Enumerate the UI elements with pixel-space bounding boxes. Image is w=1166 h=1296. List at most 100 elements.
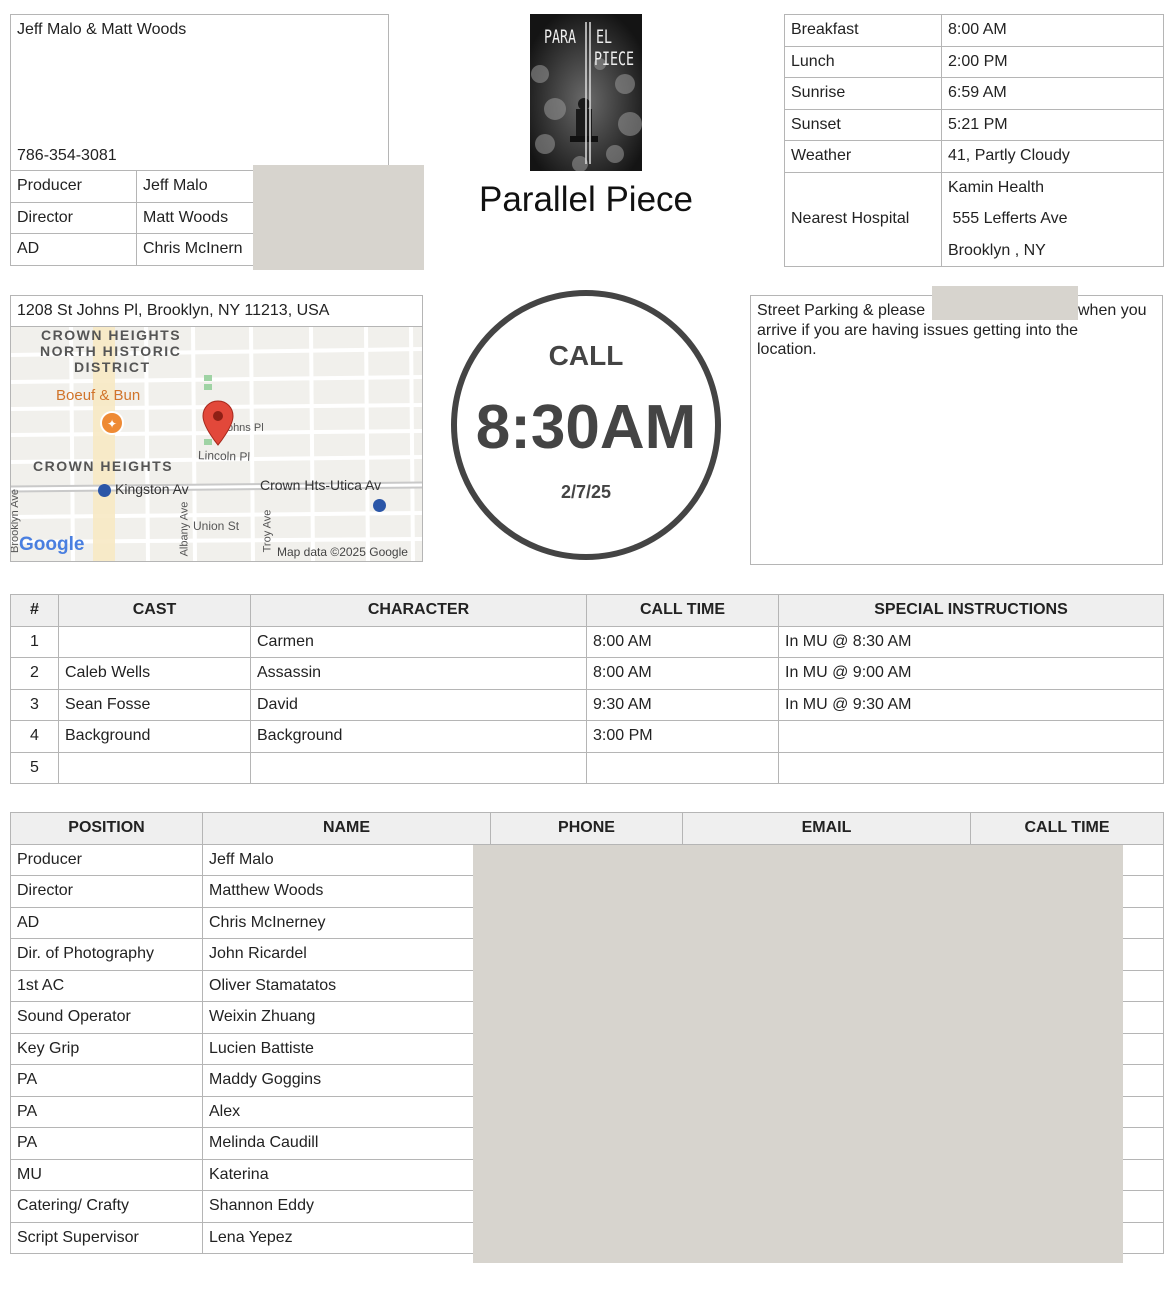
call-time: 8:30AM (475, 393, 697, 462)
table-cell: Background (250, 720, 587, 753)
contact-phone: 786-354-3081 (17, 147, 117, 164)
table-cell: Sean Fosse (58, 688, 251, 721)
table-cell (586, 751, 779, 784)
schedule-row: Breakfast 8:00 AM (784, 14, 1164, 47)
schedule-row: Lunch 2:00 PM (784, 45, 1164, 78)
table-cell: In MU @ 9:00 AM (778, 657, 1164, 690)
crew-name: Chris McInerney (202, 906, 491, 939)
map[interactable]: CROWN HEIGHTS NORTH HISTORIC DISTRICT Bo… (11, 326, 422, 561)
map-district-label: CROWN HEIGHTS (33, 458, 174, 474)
project-title: Parallel Piece (479, 180, 693, 219)
crew-position: PA (10, 1064, 203, 1097)
cast-table: # CAST CHARACTER CALL TIME SPECIAL INSTRUCTI… (10, 594, 1164, 784)
crew-name: Alex (202, 1095, 491, 1128)
crew-name: Melinda Caudill (202, 1127, 491, 1160)
subway-icon (373, 499, 386, 512)
cast-column-header: CHARACTER (250, 594, 587, 627)
parking-note-end: when you (1078, 302, 1147, 319)
crew-position: 1st AC (10, 969, 203, 1002)
key-crew-role: AD (10, 233, 137, 266)
table-cell: Caleb Wells (58, 657, 251, 690)
map-attribution: Map data ©2025 Google (277, 545, 408, 559)
call-date: 2/7/25 (560, 482, 612, 502)
crew-position: Catering/ Crafty (10, 1190, 203, 1223)
poster-image: PARA EL PIECE (530, 14, 642, 171)
map-street-label: Lincoln Pl (197, 448, 251, 464)
google-logo: Google (19, 534, 85, 555)
location-box: 1208 St Johns Pl, Brooklyn, NY 11213, US… (10, 295, 423, 562)
poster-title-line3: PIECE (594, 48, 635, 70)
map-station-label: Kingston Av (115, 481, 189, 497)
redacted-block (253, 165, 424, 270)
crew-name: Jeff Malo (202, 843, 491, 876)
key-crew-role: Producer (10, 170, 137, 203)
crew-name: Oliver Stamatatos (202, 969, 491, 1002)
table-cell: 8:00 AM (586, 657, 779, 690)
schedule-row: Sunset 5:21 PM (784, 108, 1164, 141)
cast-column-header: # (10, 594, 59, 627)
crew-name: Shannon Eddy (202, 1190, 491, 1223)
table-cell: 9:30 AM (586, 688, 779, 721)
location-address: 1208 St Johns Pl, Brooklyn, NY 11213, US… (17, 302, 330, 319)
poster-title-line1: PARA (544, 26, 577, 48)
table-cell: 2 (10, 657, 59, 690)
crew-position: Dir. of Photography (10, 938, 203, 971)
crew-name: John Ricardel (202, 938, 491, 971)
crew-name: Weixin Zhuang (202, 1001, 491, 1034)
restaurant-icon[interactable]: ✦ (100, 411, 124, 435)
map-district-label: NORTH HISTORIC (40, 343, 182, 359)
table-cell: Carmen (250, 625, 587, 658)
schedule-label: Sunset (784, 108, 942, 141)
map-station-label: Crown Hts-Utica Av (260, 477, 382, 493)
table-cell: 4 (10, 720, 59, 753)
parking-note-start: Street Parking & please (757, 302, 926, 319)
table-cell: David (250, 688, 587, 721)
crew-name: Maddy Goggins (202, 1064, 491, 1097)
crew-position: Director (10, 875, 203, 908)
table-cell: Assassin (250, 657, 587, 690)
schedule-table: Breakfast 8:00 AM Lunch 2:00 PM Sunrise 6:59 … (784, 14, 1164, 267)
table-row: 1 Carmen 8:00 AM In MU @ 8:30 AM (10, 625, 1164, 658)
map-district-label: CROWN HEIGHTS (41, 327, 182, 343)
key-crew-role: Director (10, 201, 137, 234)
table-cell (250, 751, 587, 784)
crew-column-header: PHONE (490, 812, 683, 845)
table-cell (58, 625, 251, 658)
schedule-value: 41, Partly Cloudy (941, 140, 1164, 173)
schedule-row: Weather 41, Partly Cloudy (784, 140, 1164, 173)
crew-name: Katerina (202, 1158, 491, 1191)
call-time-badge: CALL 8:30AM 2/7/25 (451, 290, 721, 560)
hospital-row: Nearest Hospital Kamin Health (784, 171, 1164, 267)
schedule-row: Sunrise 6:59 AM (784, 77, 1164, 110)
table-cell (778, 720, 1164, 753)
crew-position: MU (10, 1158, 203, 1191)
table-cell: 1 (10, 625, 59, 658)
crew-name: Lena Yepez (202, 1221, 491, 1254)
table-cell: In MU @ 8:30 AM (778, 625, 1164, 658)
map-street-label: Union St (193, 519, 240, 533)
hospital-name: Kamin Health (941, 171, 1164, 204)
map-pin-icon[interactable] (201, 399, 235, 447)
crew-column-header: NAME (202, 812, 491, 845)
subway-icon (98, 484, 111, 497)
crew-position: Script Supervisor (10, 1221, 203, 1254)
crew-column-header: CALL TIME (970, 812, 1164, 845)
schedule-value: 6:59 AM (941, 77, 1164, 110)
crew-column-header: POSITION (10, 812, 203, 845)
crew-column-header: EMAIL (682, 812, 971, 845)
table-cell: 3:00 PM (586, 720, 779, 753)
cast-column-header: CALL TIME (586, 594, 779, 627)
crew-position: PA (10, 1127, 203, 1160)
cast-column-header: SPECIAL INSTRUCTIONS (778, 594, 1164, 627)
notes-box: Street Parking & please when you arrive … (750, 286, 1163, 565)
map-street-label: Albany Ave (178, 501, 191, 557)
hospital-street: 555 Lefferts Ave (941, 203, 1164, 235)
schedule-label: Sunrise (784, 77, 942, 110)
table-cell: 8:00 AM (586, 625, 779, 658)
crew-name: Matthew Woods (202, 875, 491, 908)
table-cell (58, 751, 251, 784)
cast-column-header: CAST (58, 594, 251, 627)
schedule-label: Weather (784, 140, 942, 173)
contact-names: Jeff Malo & Matt Woods (17, 21, 187, 38)
call-label: CALL (548, 340, 624, 371)
